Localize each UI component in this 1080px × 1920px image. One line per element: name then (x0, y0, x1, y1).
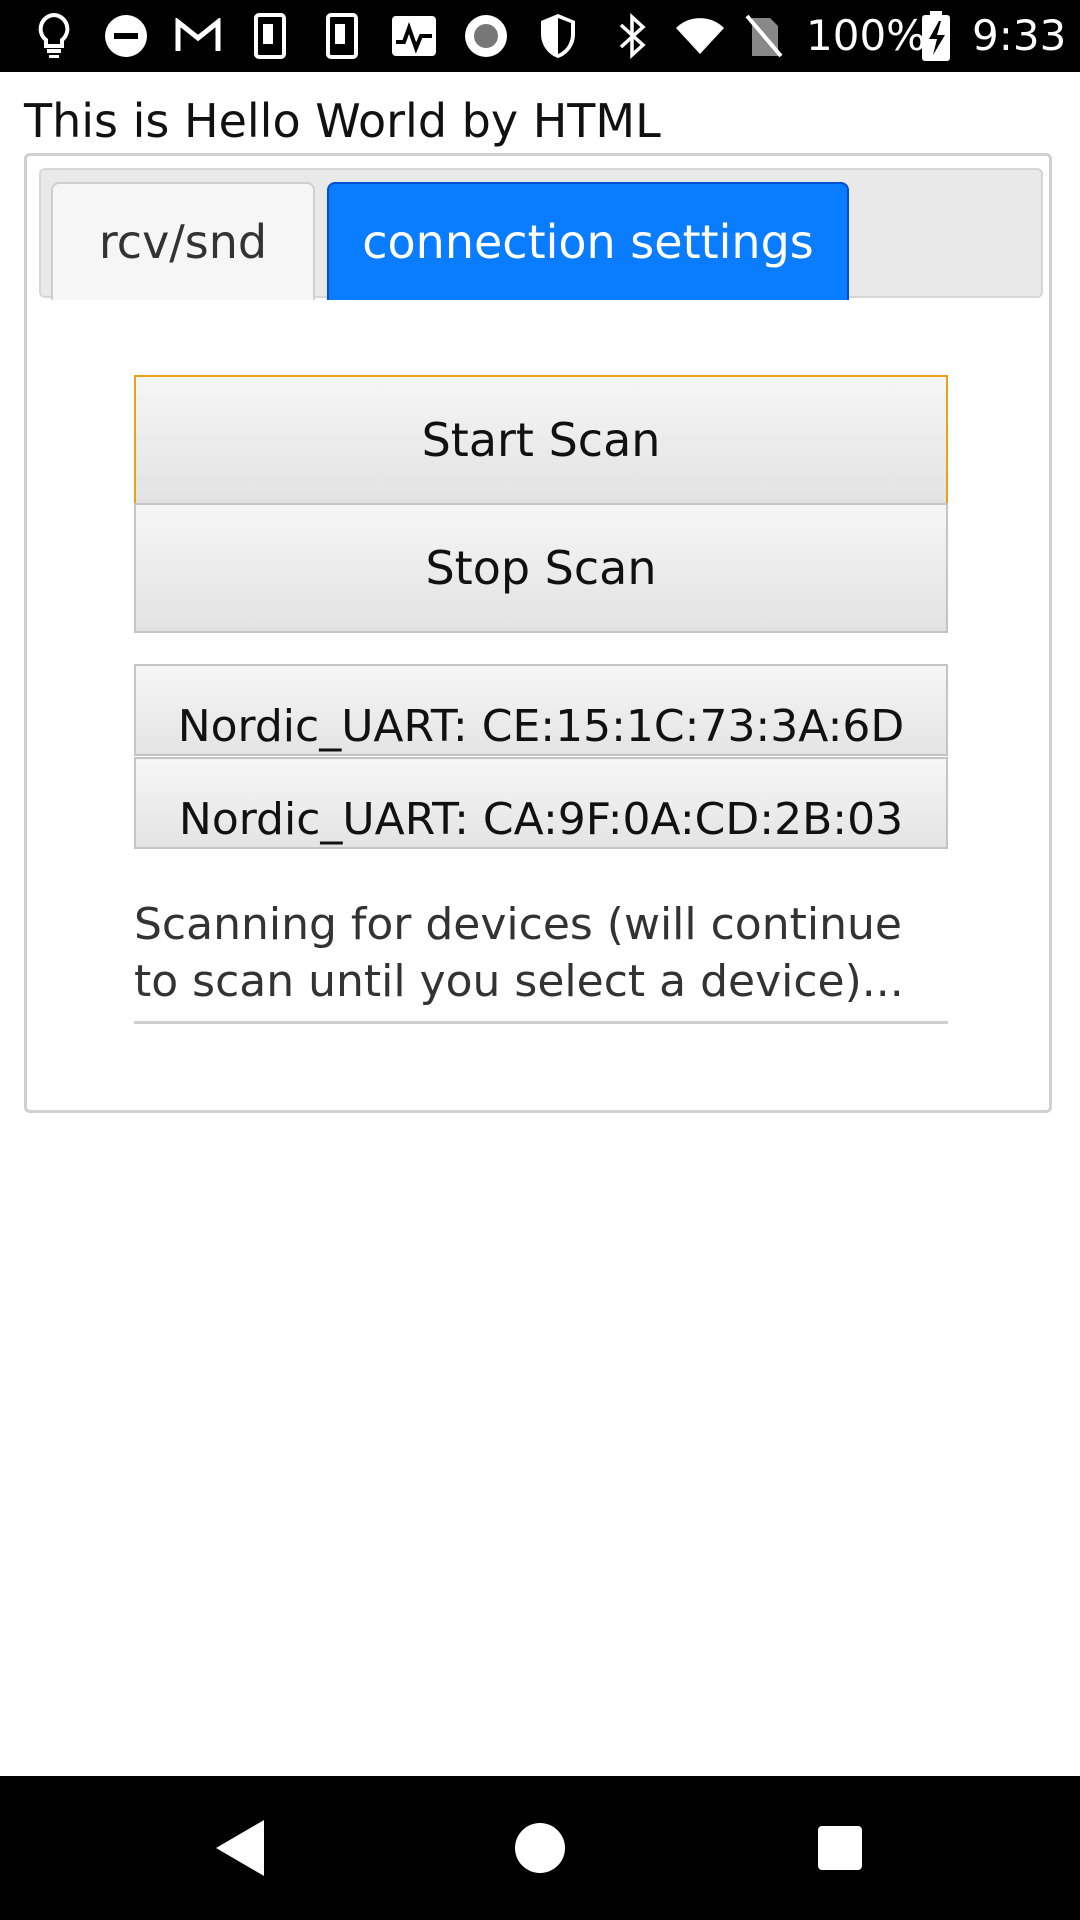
activity-icon (386, 12, 442, 60)
lightbulb-icon (28, 12, 80, 60)
sim-card-icon (316, 12, 368, 60)
do-not-disturb-icon (100, 12, 152, 60)
shield-icon (532, 12, 584, 60)
bluetooth-icon (608, 12, 656, 60)
start-scan-button[interactable]: Start Scan (134, 375, 948, 505)
device-list-item[interactable]: Nordic_UART: CE:15:1C:73:3A:6D (134, 664, 948, 756)
device-list-item[interactable]: Nordic_UART: CA:9F:0A:CD:2B:03 (134, 757, 948, 849)
no-sim-icon (738, 12, 790, 60)
record-icon (460, 12, 512, 60)
navigation-bar (0, 1776, 1080, 1920)
tab-rcv-snd[interactable]: rcv/snd (51, 182, 315, 300)
status-divider (134, 1021, 948, 1024)
sim-card-icon (244, 12, 296, 60)
tab-bar: rcv/snd connection settings (39, 168, 1043, 300)
battery-percentage: 100% (806, 11, 927, 60)
home-icon[interactable] (490, 1776, 590, 1920)
status-bar: 100% 9:33 (0, 0, 1080, 72)
wifi-icon (672, 12, 728, 60)
tabs-panel: rcv/snd connection settings Start Scan S… (24, 153, 1052, 1113)
scan-status-text: Scanning for devices (will continue to s… (134, 899, 904, 1007)
stop-scan-button[interactable]: Stop Scan (134, 503, 948, 633)
tab-connection-settings[interactable]: connection settings (327, 182, 849, 300)
recents-icon[interactable] (790, 1776, 890, 1920)
battery-charging-icon (918, 11, 954, 61)
back-icon[interactable] (190, 1776, 290, 1920)
page-title: This is Hello World by HTML (24, 94, 661, 148)
gmail-icon (172, 12, 224, 60)
clock: 9:33 (972, 11, 1067, 60)
